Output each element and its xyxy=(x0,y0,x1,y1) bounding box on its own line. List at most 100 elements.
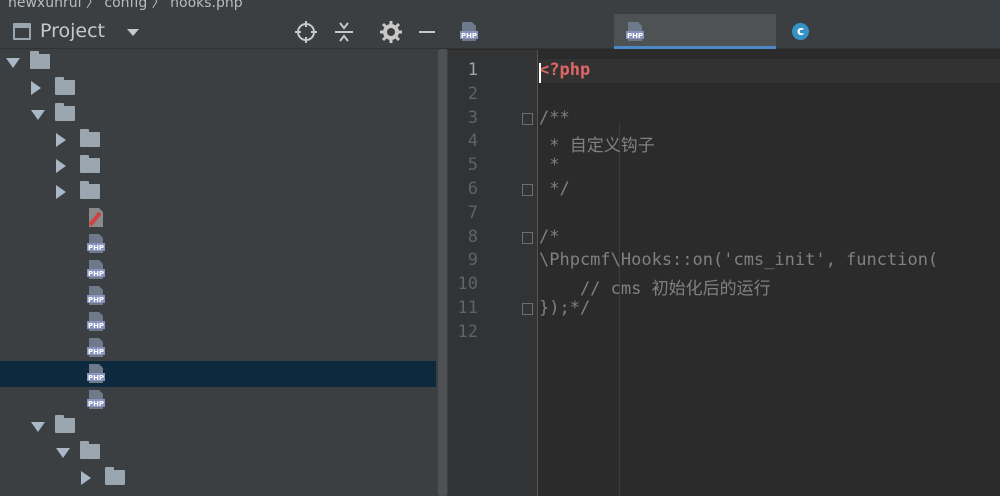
svg-text:PHP: PHP xyxy=(88,322,104,330)
line-number[interactable]: 11 xyxy=(448,298,478,318)
chevron-down-icon[interactable] xyxy=(56,448,70,458)
svg-text:PHP: PHP xyxy=(627,32,643,40)
php-file-icon: PHP xyxy=(87,260,105,279)
folder-icon xyxy=(80,155,100,173)
folder-icon xyxy=(30,51,50,69)
scrollbar-thumb[interactable] xyxy=(438,49,447,496)
line-number[interactable]: 10 xyxy=(448,274,478,294)
code-token: <?php xyxy=(539,60,591,80)
svg-text:PHP: PHP xyxy=(88,374,104,382)
line-number-gutter: 1 2 3 4 5 6 7 8 9 10 11 12 xyxy=(448,50,538,496)
gear-icon[interactable] xyxy=(378,19,404,45)
chevron-right-icon[interactable] xyxy=(31,81,41,95)
php-file-icon: PHP xyxy=(626,22,644,41)
php-file-icon: PHP xyxy=(87,312,105,331)
tree-file-api-php[interactable]: PHP xyxy=(0,231,436,257)
php-file-icon: PHP xyxy=(87,390,105,409)
tree-folder-newxunrui[interactable] xyxy=(0,49,436,75)
view-selector-caret-icon[interactable] xyxy=(127,29,139,36)
code-token: // cms 初始化后的运行 xyxy=(539,279,771,300)
editor-tab-bar: PHP PHP c xyxy=(448,14,1000,49)
line-number[interactable]: 12 xyxy=(448,322,478,342)
code-area[interactable]: <?php/** * 自定义钩子 * *//*\Phpcmf\Hooks::on… xyxy=(539,50,1000,496)
folder-icon xyxy=(105,467,125,485)
fold-marker-icon[interactable] xyxy=(522,112,533,125)
code-line: * 自定义钩子 xyxy=(539,131,654,156)
php-file-icon: PHP xyxy=(460,22,478,41)
code-line: * xyxy=(539,155,559,175)
svg-text:PHP: PHP xyxy=(88,348,104,356)
line-number[interactable]: 3 xyxy=(448,108,478,128)
chevron-down-icon[interactable] xyxy=(6,58,20,68)
hide-panel-icon[interactable] xyxy=(414,19,440,45)
chevron-right-icon[interactable] xyxy=(56,159,66,173)
tree-folder-notice[interactable] xyxy=(0,153,436,179)
code-token: /** xyxy=(539,107,570,128)
svg-text:PHP: PHP xyxy=(88,296,104,304)
tree-file-fileext-php[interactable]: PHP xyxy=(0,335,436,361)
line-number[interactable]: 6 xyxy=(448,179,478,199)
fold-marker-icon[interactable] xyxy=(522,184,533,196)
breadcrumb[interactable]: newxunrui 〉 config 〉 hooks.php xyxy=(8,0,243,12)
fold-marker-icon[interactable] xyxy=(522,303,533,315)
line-number[interactable]: 5 xyxy=(448,155,478,175)
code-line: /* xyxy=(539,227,559,247)
svg-text:PHP: PHP xyxy=(461,32,477,40)
current-line-highlight xyxy=(539,59,1000,83)
tree-file-htaccess[interactable] xyxy=(0,205,436,231)
code-line: /** xyxy=(539,108,570,128)
collapse-all-icon[interactable] xyxy=(331,19,357,45)
project-panel-title[interactable]: Project xyxy=(40,20,105,42)
folder-icon xyxy=(55,77,75,95)
indent-guide xyxy=(619,122,620,496)
svg-text:PHP: PHP xyxy=(88,400,104,408)
code-line: <?php xyxy=(539,60,590,80)
tree-file-rewrite-php[interactable]: PHP xyxy=(0,387,436,413)
chevron-right-icon[interactable] xyxy=(56,185,66,199)
tree-folder-page[interactable] xyxy=(0,179,436,205)
code-line: \Phpcmf\Hooks::on('cms_init', function( xyxy=(539,250,938,270)
chevron-right-icon[interactable] xyxy=(56,133,66,147)
tree-file-field-php[interactable]: PHP xyxy=(0,309,436,335)
chevron-down-icon[interactable] xyxy=(31,110,45,120)
code-token: * xyxy=(539,155,560,176)
code-line: */ xyxy=(539,179,570,199)
line-number[interactable]: 2 xyxy=(448,84,478,104)
php-file-icon: PHP xyxy=(87,338,105,357)
project-view-icon xyxy=(13,23,31,40)
tree-folder-dayrui[interactable] xyxy=(0,413,436,439)
tree-folder-config[interactable] xyxy=(0,101,436,127)
code-token: });*/ xyxy=(539,298,591,318)
chevron-right-icon[interactable] xyxy=(81,471,91,485)
tree-folder-app[interactable] xyxy=(0,439,436,465)
editor-tab-hooks-php[interactable]: PHP xyxy=(448,14,608,49)
folder-icon xyxy=(80,129,100,147)
project-panel-header: Project xyxy=(0,14,448,49)
folder-icon xyxy=(55,103,75,121)
navigation-bar: newxunrui 〉 config 〉 hooks.php xyxy=(0,0,1000,14)
line-number[interactable]: 1 xyxy=(448,60,478,80)
tree-file-custom-php[interactable]: PHP xyxy=(0,257,436,283)
line-number[interactable]: 9 xyxy=(448,250,478,270)
code-line: });*/ xyxy=(539,298,590,318)
folder-icon xyxy=(55,415,75,433)
chevron-down-icon[interactable] xyxy=(31,422,45,432)
tree-file-hooks-php[interactable]: PHP xyxy=(0,361,436,387)
php-file-icon: PHP xyxy=(87,234,105,253)
tree-scrollbar[interactable] xyxy=(436,49,448,496)
text-caret xyxy=(539,63,541,83)
line-number[interactable]: 7 xyxy=(448,203,478,223)
svg-text:PHP: PHP xyxy=(88,244,104,252)
tree-file-database-php[interactable]: PHP xyxy=(0,283,436,309)
editor-tab-hooks-php[interactable]: PHP xyxy=(614,14,776,49)
fold-marker-icon[interactable] xyxy=(522,231,533,244)
line-number[interactable]: 4 xyxy=(448,131,478,151)
tree-folder-dever[interactable] xyxy=(0,465,436,491)
tree-folder-cache[interactable] xyxy=(0,75,436,101)
tree-folder-myfield[interactable] xyxy=(0,127,436,153)
code-token: */ xyxy=(539,179,570,199)
line-number[interactable]: 8 xyxy=(448,227,478,247)
editor-tab-home-php[interactable]: c xyxy=(782,14,932,49)
code-token: /* xyxy=(539,226,560,247)
locate-file-icon[interactable] xyxy=(293,19,319,45)
